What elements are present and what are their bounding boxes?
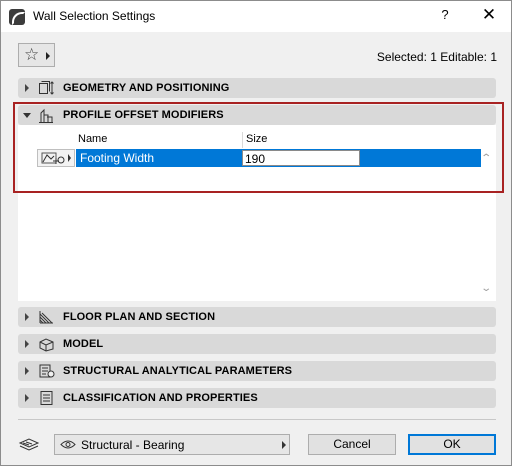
panel-header-floor-plan[interactable]: FLOOR PLAN AND SECTION [18,307,496,327]
scroll-down-icon[interactable]: ⌄ [480,283,492,294]
classification-icon [38,390,55,406]
collapse-arrow-icon [23,113,31,118]
modifier-type-button[interactable] [37,149,75,167]
panel-header-classification[interactable]: CLASSIFICATION AND PROPERTIES [18,388,496,408]
dropdown-arrow-icon [46,52,50,60]
panel-label: CLASSIFICATION AND PROPERTIES [63,392,258,404]
panel-label: FLOOR PLAN AND SECTION [63,311,216,323]
floor-plan-icon [38,309,55,325]
table-header: Name Size [76,132,496,148]
archicad-app-icon [9,9,25,25]
column-divider[interactable] [242,132,243,148]
dialog-window: Wall Selection Settings ? ✕ ☆ Selected: … [0,0,512,466]
structural-analytical-icon [38,363,55,379]
profile-modifiers-table: Name Size Footing Width 190 ⌃ ⌄ [18,125,496,301]
ok-button[interactable]: OK [408,434,496,455]
window-title: Wall Selection Settings [33,9,156,23]
column-header-name[interactable]: Name [78,133,107,145]
panel-label: MODEL [63,338,104,350]
panel-header-geometry[interactable]: GEOMETRY AND POSITIONING [18,78,496,98]
modifier-name[interactable]: Footing Width [80,151,154,165]
panel-header-structural-analytical[interactable]: STRUCTURAL ANALYTICAL PARAMETERS [18,361,496,381]
footer-divider [18,419,496,420]
column-header-size[interactable]: Size [246,133,267,145]
model-icon [38,336,55,352]
panel-header-profile-offset[interactable]: PROFILE OFFSET MODIFIERS [18,105,496,125]
panel-label: GEOMETRY AND POSITIONING [63,82,230,94]
expand-arrow-icon [25,367,29,375]
help-button[interactable]: ? [438,7,452,22]
size-value[interactable]: 190 [245,152,265,166]
eye-icon [60,439,76,453]
panel-label: STRUCTURAL ANALYTICAL PARAMETERS [63,365,293,377]
close-button[interactable]: ✕ [481,5,497,25]
cancel-button[interactable]: Cancel [308,434,396,455]
title-bar: Wall Selection Settings ? ✕ [1,1,511,32]
table-row[interactable]: Footing Width 190 [18,149,481,167]
selection-info: Selected: 1 Editable: 1 [376,50,497,64]
geometry-icon [38,80,55,96]
structural-function-value: Structural - Bearing [81,438,185,452]
structure-layers-icon [18,435,40,453]
expand-arrow-icon [25,340,29,348]
expand-arrow-icon [25,84,29,92]
favorites-button[interactable]: ☆ [18,43,55,67]
expand-arrow-icon [25,313,29,321]
size-input[interactable]: 190 [242,150,360,166]
structural-function-select[interactable]: Structural - Bearing [54,434,290,455]
panel-label: PROFILE OFFSET MODIFIERS [63,109,224,121]
profile-modifier-icon [41,152,71,164]
profile-offset-icon [38,107,55,123]
chevron-right-icon [282,441,286,449]
panel-header-model[interactable]: MODEL [18,334,496,354]
expand-arrow-icon [25,394,29,402]
star-icon: ☆ [24,45,40,64]
scroll-up-icon[interactable]: ⌃ [480,153,492,164]
